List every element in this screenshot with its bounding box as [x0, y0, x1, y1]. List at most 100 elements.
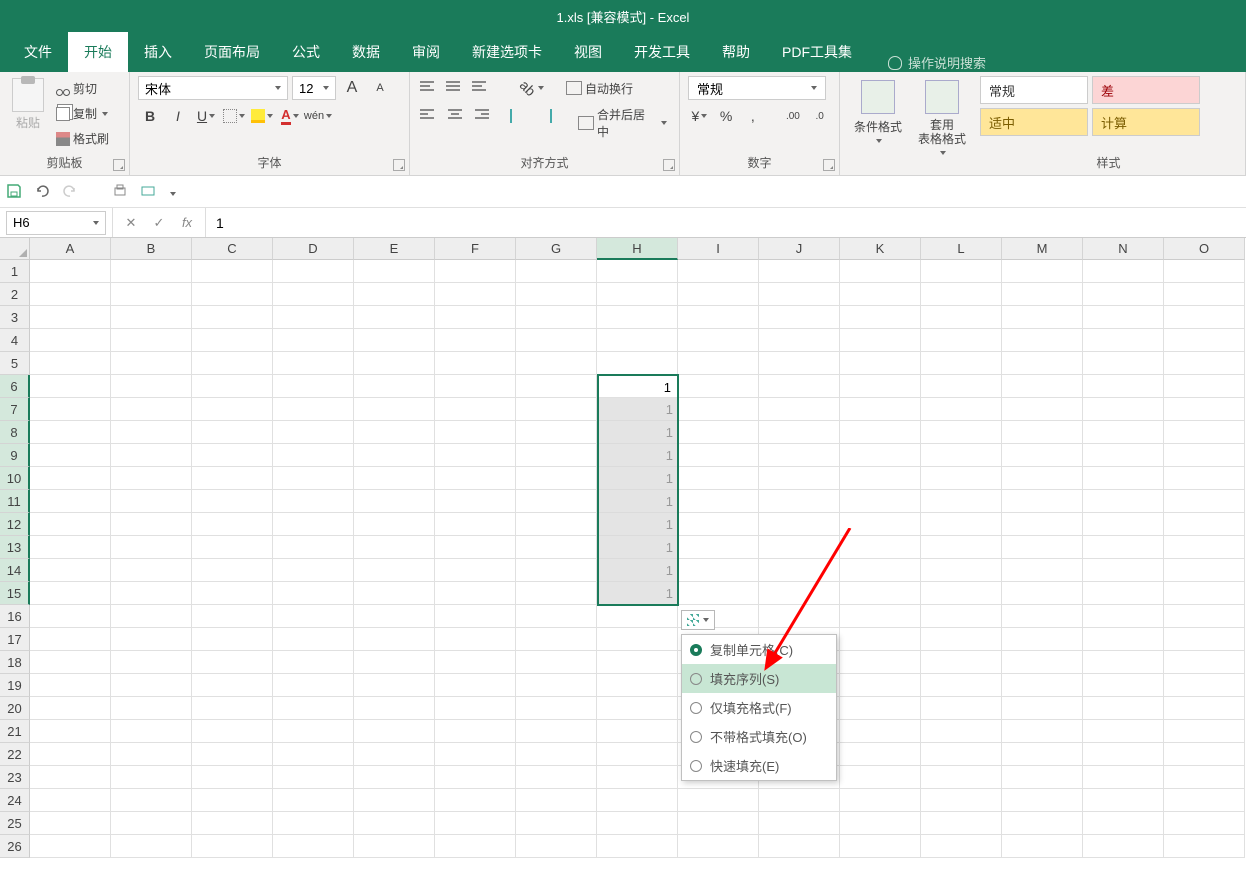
cell[interactable]: [921, 306, 1002, 329]
cell[interactable]: [1164, 789, 1245, 812]
column-header-G[interactable]: G: [516, 238, 597, 260]
comma-style-button[interactable]: ,: [741, 104, 764, 128]
cell-style-normal[interactable]: 常规: [980, 76, 1088, 104]
cell[interactable]: [435, 444, 516, 467]
cell[interactable]: [354, 651, 435, 674]
cell[interactable]: [759, 260, 840, 283]
cell[interactable]: [921, 720, 1002, 743]
cell[interactable]: [1002, 743, 1083, 766]
cell[interactable]: [435, 283, 516, 306]
cell[interactable]: [435, 789, 516, 812]
tab-file[interactable]: 文件: [8, 32, 68, 72]
cell[interactable]: [1164, 398, 1245, 421]
cell[interactable]: [1164, 743, 1245, 766]
cell[interactable]: [921, 329, 1002, 352]
cell[interactable]: [597, 352, 678, 375]
cell[interactable]: [273, 720, 354, 743]
cell[interactable]: [273, 743, 354, 766]
cell[interactable]: [30, 651, 111, 674]
cell[interactable]: [435, 766, 516, 789]
cell[interactable]: [354, 513, 435, 536]
cell[interactable]: [1083, 490, 1164, 513]
cell[interactable]: 1: [597, 513, 678, 536]
cell[interactable]: [678, 812, 759, 835]
cell[interactable]: [1164, 329, 1245, 352]
cell[interactable]: [111, 513, 192, 536]
cell[interactable]: [516, 283, 597, 306]
cell[interactable]: [597, 306, 678, 329]
conditional-formatting-button[interactable]: 条件格式: [848, 76, 908, 147]
cell[interactable]: [1164, 674, 1245, 697]
cell[interactable]: [1164, 490, 1245, 513]
orientation-button[interactable]: ab: [520, 76, 544, 100]
align-left-button[interactable]: [418, 104, 440, 124]
increase-indent-button[interactable]: [533, 104, 557, 128]
cell[interactable]: [516, 421, 597, 444]
cell[interactable]: [1083, 674, 1164, 697]
cell[interactable]: [840, 260, 921, 283]
cell[interactable]: [192, 628, 273, 651]
cell[interactable]: [354, 490, 435, 513]
cell[interactable]: [840, 467, 921, 490]
cell[interactable]: 1: [597, 490, 678, 513]
merge-center-button[interactable]: 合并后居中: [574, 104, 671, 142]
tab-data[interactable]: 数据: [336, 32, 396, 72]
row-header-24[interactable]: 24: [0, 789, 30, 812]
cell[interactable]: [273, 674, 354, 697]
cell[interactable]: [1002, 789, 1083, 812]
cell[interactable]: [111, 375, 192, 398]
cell[interactable]: [192, 766, 273, 789]
column-header-A[interactable]: A: [30, 238, 111, 260]
tab-page-layout[interactable]: 页面布局: [188, 32, 276, 72]
align-right-button[interactable]: [469, 104, 491, 124]
save-button[interactable]: [6, 183, 24, 201]
cells-area[interactable]: 1111111111: [30, 260, 1245, 858]
menu-fill-series[interactable]: 填充序列(S): [682, 664, 836, 693]
cell[interactable]: [273, 398, 354, 421]
cell[interactable]: [840, 375, 921, 398]
cell[interactable]: [1083, 421, 1164, 444]
cell[interactable]: [1002, 283, 1083, 306]
alignment-dialog-launcher[interactable]: [663, 159, 675, 171]
cell[interactable]: [354, 375, 435, 398]
cell[interactable]: [1164, 582, 1245, 605]
column-header-L[interactable]: L: [921, 238, 1002, 260]
cell[interactable]: [759, 329, 840, 352]
cell[interactable]: [1164, 720, 1245, 743]
cell[interactable]: [1083, 789, 1164, 812]
menu-flash-fill[interactable]: 快速填充(E): [682, 751, 836, 780]
cell[interactable]: [921, 835, 1002, 858]
cell[interactable]: [111, 559, 192, 582]
cell[interactable]: [516, 398, 597, 421]
cell[interactable]: [111, 306, 192, 329]
cell[interactable]: [1083, 582, 1164, 605]
font-dialog-launcher[interactable]: [393, 159, 405, 171]
cell[interactable]: [597, 605, 678, 628]
cell[interactable]: [921, 766, 1002, 789]
cell[interactable]: [30, 789, 111, 812]
increase-decimal-button[interactable]: .00: [782, 104, 805, 128]
cell[interactable]: [273, 697, 354, 720]
cell[interactable]: [1083, 513, 1164, 536]
autofill-options-button[interactable]: [681, 610, 715, 630]
cell[interactable]: [354, 398, 435, 421]
cell[interactable]: [30, 421, 111, 444]
cell[interactable]: [1083, 720, 1164, 743]
cell[interactable]: [192, 674, 273, 697]
paste-button[interactable]: 粘贴: [8, 76, 48, 133]
cell[interactable]: [921, 490, 1002, 513]
cell[interactable]: [1002, 444, 1083, 467]
cell[interactable]: [30, 582, 111, 605]
cell[interactable]: [759, 398, 840, 421]
cell[interactable]: [354, 582, 435, 605]
cell[interactable]: [192, 375, 273, 398]
cell[interactable]: [435, 720, 516, 743]
cell[interactable]: [1002, 375, 1083, 398]
cell[interactable]: [759, 582, 840, 605]
cell[interactable]: [921, 260, 1002, 283]
cell[interactable]: [273, 329, 354, 352]
cell[interactable]: [597, 674, 678, 697]
cell[interactable]: [1002, 605, 1083, 628]
cell[interactable]: [1164, 444, 1245, 467]
cell[interactable]: [840, 789, 921, 812]
